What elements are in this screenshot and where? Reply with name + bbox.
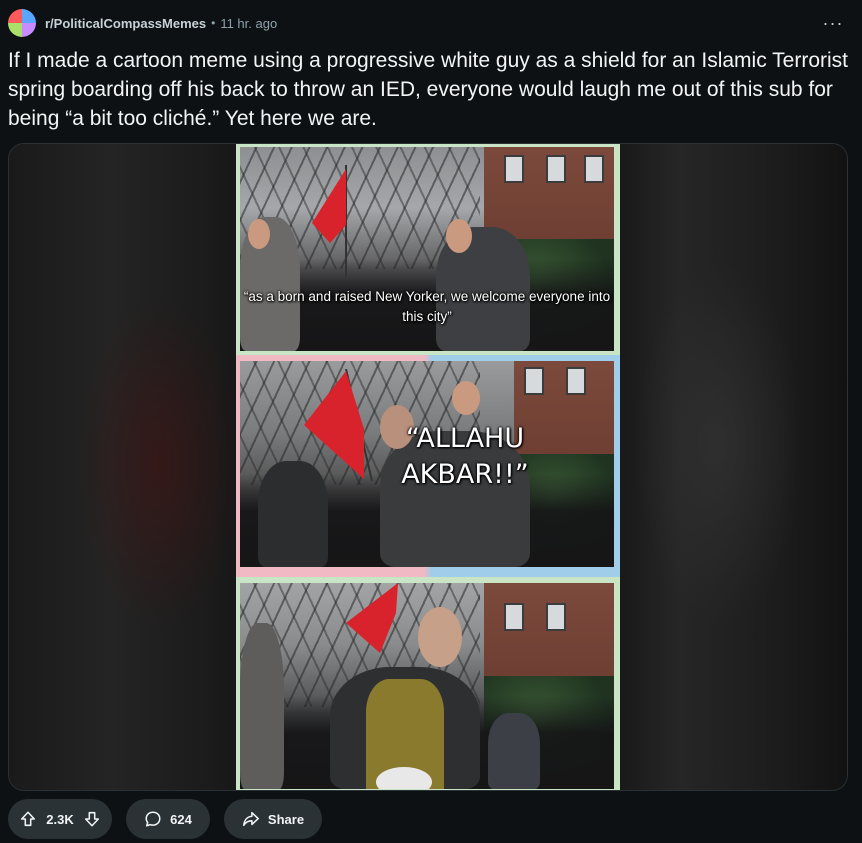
person — [258, 461, 328, 567]
meme-panel-1: “as a born and raised New Yorker, we wel… — [240, 147, 614, 351]
more-options-button[interactable]: ··· — [820, 10, 846, 36]
building-window — [504, 155, 524, 183]
meme-panel-3 — [240, 583, 614, 789]
post-header: r/PoliticalCompassMemes • 11 hr. ago ··· — [8, 8, 854, 38]
avatar-quadrant — [22, 9, 36, 23]
vote-control: 2.3K — [8, 799, 112, 839]
vote-count: 2.3K — [46, 811, 74, 827]
avatar-quadrant — [8, 23, 22, 37]
building-window — [546, 155, 566, 183]
person — [240, 623, 284, 789]
megaphone — [376, 767, 432, 789]
subreddit-avatar[interactable] — [8, 9, 36, 37]
downvote-icon[interactable] — [83, 810, 101, 828]
building-window — [546, 603, 566, 631]
upvote-icon[interactable] — [19, 810, 37, 828]
man-head — [418, 607, 462, 667]
comment-icon — [144, 810, 162, 828]
separator-dot: • — [211, 16, 216, 30]
share-icon — [242, 810, 260, 828]
panel-2-caption: “ALLAHU AKBAR!!” — [401, 423, 529, 490]
person — [488, 713, 540, 789]
building-window — [524, 367, 544, 395]
post-media[interactable]: “as a born and raised New Yorker, we wel… — [8, 143, 848, 791]
avatar-quadrant — [22, 23, 36, 37]
red-flag — [312, 165, 347, 277]
avatar-quadrant — [8, 9, 22, 23]
comment-count: 624 — [170, 811, 192, 827]
meme-panel-2: “ALLAHU AKBAR!!” — [240, 361, 614, 567]
comments-button[interactable]: 624 — [126, 799, 210, 839]
red-flag — [304, 369, 373, 481]
panel-1-caption: “as a born and raised New Yorker, we wel… — [243, 289, 611, 324]
subreddit-name[interactable]: r/PoliticalCompassMemes — [45, 16, 206, 31]
building-window — [566, 367, 586, 395]
reddit-post: r/PoliticalCompassMemes • 11 hr. ago ···… — [0, 0, 862, 843]
building-window — [504, 603, 524, 631]
action-bar: 2.3K 624 Share — [8, 799, 322, 839]
person-head — [248, 219, 270, 249]
red-flag — [346, 583, 398, 653]
speaker-head — [446, 219, 472, 253]
more-options-icon: ··· — [822, 12, 844, 33]
share-label: Share — [267, 811, 305, 827]
post-time: 11 hr. ago — [220, 15, 278, 31]
meme-image: “as a born and raised New Yorker, we wel… — [236, 144, 620, 790]
building-window — [584, 155, 604, 183]
shouting-man-head — [452, 381, 480, 415]
post-title[interactable]: If I made a cartoon meme using a progres… — [8, 46, 848, 133]
share-button[interactable]: Share — [224, 799, 322, 839]
